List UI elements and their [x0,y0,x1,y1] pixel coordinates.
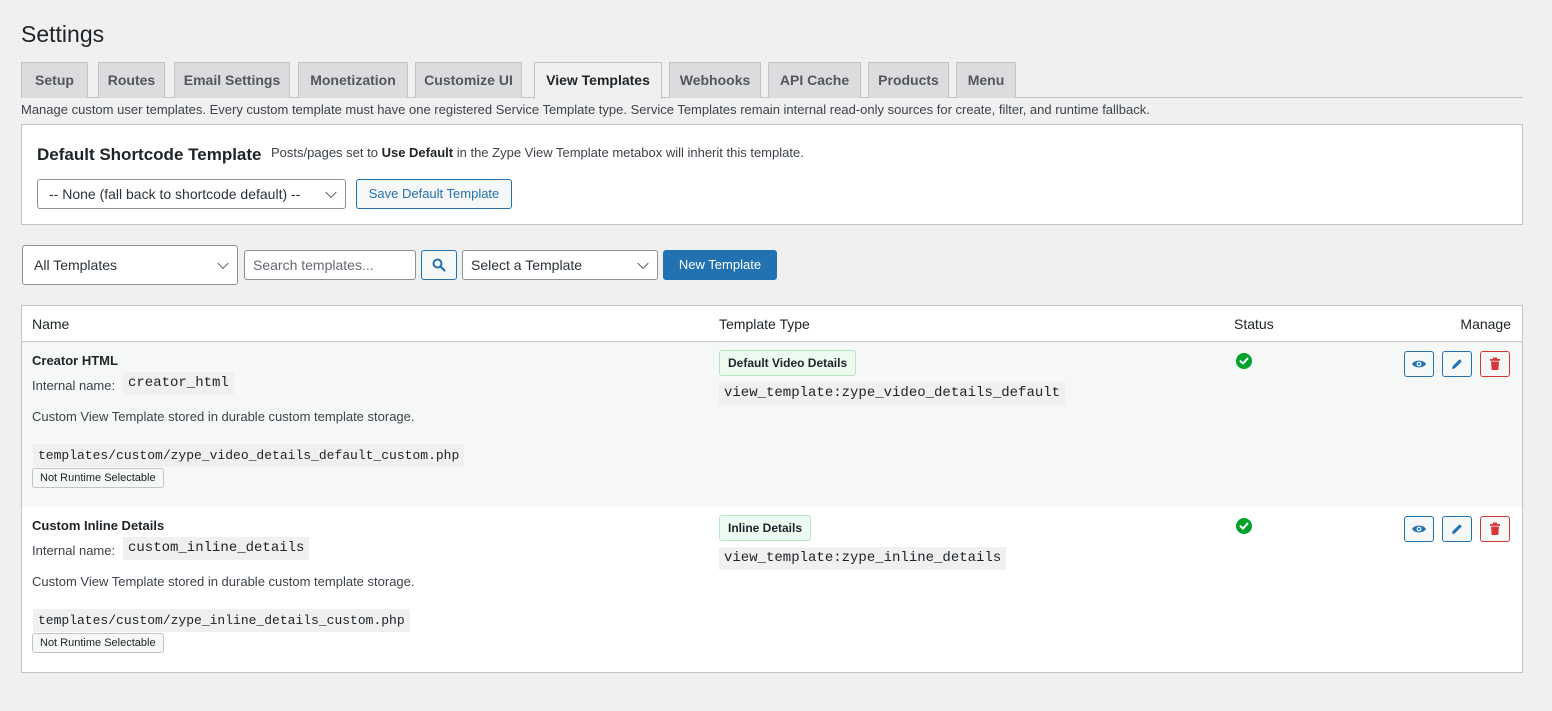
runtime-badge: Not Runtime Selectable [32,633,164,653]
tab-customize-ui[interactable]: Customize UI [415,62,522,98]
check-circle-icon [1236,518,1252,534]
new-template-button[interactable]: New Template [663,250,777,280]
chevron-down-icon [217,257,229,270]
tab-webhooks[interactable]: Webhooks [669,62,761,98]
eye-icon [1412,525,1426,533]
page-title: Settings [21,21,105,47]
search-icon [432,258,446,272]
template-type-key: view_template:zype_video_details_default [719,382,1066,405]
settings-tabs: Setup Routes Email Settings Monetization… [21,62,1523,99]
search-button[interactable] [421,250,457,280]
page-description: Manage custom user templates. Every cust… [21,102,1150,117]
table-row: Custom Inline Details Internal name: cus… [22,507,1522,672]
delete-template-button[interactable] [1480,516,1510,542]
tab-api-cache[interactable]: API Cache [768,62,861,98]
tab-menu[interactable]: Menu [956,62,1016,98]
search-input[interactable] [244,250,416,280]
pencil-icon [1452,524,1462,534]
template-description: Custom View Template stored in durable c… [32,409,415,424]
table-row: Creator HTML Internal name: creator_html… [22,342,1522,507]
internal-name-label: Internal name: [32,378,116,393]
tab-email-settings[interactable]: Email Settings [174,62,290,98]
edit-template-button[interactable] [1442,351,1472,377]
card-title: Default Shortcode Template [37,145,262,164]
template-filter-select[interactable]: All Templates [22,245,238,285]
chevron-down-icon [325,186,337,199]
chevron-down-icon [637,257,649,270]
internal-name-value: custom_inline_details [123,537,310,560]
template-name: Creator HTML [32,353,118,368]
column-header-name: Name [32,316,70,332]
save-default-template-button[interactable]: Save Default Template [356,179,512,209]
templates-table: Name Template Type Status Manage Creator… [21,305,1523,673]
default-template-select[interactable]: -- None (fall back to shortcode default)… [37,179,346,209]
template-type-badge: Default Video Details [719,350,857,376]
tab-products[interactable]: Products [868,62,949,98]
template-type-key: view_template:zype_inline_details [719,547,1007,570]
trash-icon [1490,522,1500,535]
template-path: templates/custom/zype_inline_details_cus… [33,609,410,632]
view-template-button[interactable] [1404,351,1434,377]
tab-routes[interactable]: Routes [98,62,165,98]
pencil-icon [1452,359,1462,369]
check-circle-icon [1236,353,1252,369]
internal-name-value: creator_html [123,372,234,395]
view-template-button[interactable] [1404,516,1434,542]
tab-monetization[interactable]: Monetization [298,62,408,98]
select-template-dropdown[interactable]: Select a Template [462,250,658,280]
delete-template-button[interactable] [1480,351,1510,377]
edit-template-button[interactable] [1442,516,1472,542]
template-path: templates/custom/zype_video_details_defa… [33,444,465,467]
tab-setup[interactable]: Setup [21,62,88,98]
trash-icon [1490,357,1500,370]
card-note: Posts/pages set to Use Default in the Zy… [271,145,804,160]
template-name: Custom Inline Details [32,518,165,533]
column-header-status: Status [1234,316,1274,332]
column-header-manage: Manage [1460,316,1511,332]
runtime-badge: Not Runtime Selectable [32,468,164,488]
table-header: Name Template Type Status Manage [22,306,1522,342]
tab-view-templates[interactable]: View Templates [534,62,662,99]
default-template-card: Default Shortcode Template Posts/pages s… [21,124,1523,225]
eye-icon [1412,360,1426,368]
template-type-badge: Inline Details [719,515,812,541]
template-description: Custom View Template stored in durable c… [32,574,415,589]
column-header-type: Template Type [719,316,810,332]
internal-name-label: Internal name: [32,543,116,558]
